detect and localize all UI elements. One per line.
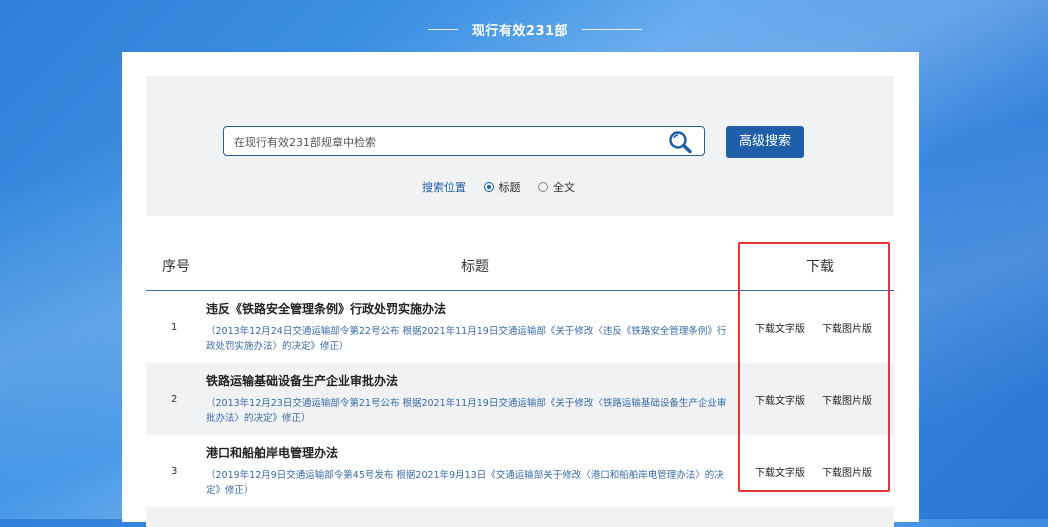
- row-number: 3: [171, 466, 178, 477]
- regulation-title-link[interactable]: 违反《铁路安全管理条例》行政处罚实施办法: [206, 300, 446, 317]
- section-header: 现行有效231部: [0, 18, 1048, 39]
- header-divider-right: [582, 29, 642, 30]
- download-column-highlight: [738, 242, 890, 492]
- search-box[interactable]: [223, 126, 705, 156]
- regulation-title-link[interactable]: 铁路运输基础设备生产企业审批办法: [206, 372, 398, 389]
- search-area: 高级搜索 搜索位置 标题 全文: [146, 76, 894, 216]
- row-number: 2: [171, 394, 178, 405]
- search-scope-label: 搜索位置: [422, 181, 466, 194]
- regulation-note: （2013年12月23日交通运输部令第21号公布 根据2021年11月19日交通…: [206, 398, 727, 424]
- search-icon[interactable]: [668, 130, 694, 154]
- regulation-note: （2019年12月9日交通运输部令第45号发布 根据2021年9月13日《交通运…: [206, 470, 724, 496]
- scope-option-fulltext[interactable]: 全文: [538, 181, 575, 194]
- search-scope: 搜索位置 标题 全文: [422, 179, 589, 194]
- regulation-note: （2013年12月24日交通运输部令第22号公布 根据2021年11月19日交通…: [206, 326, 727, 352]
- search-input[interactable]: [232, 132, 656, 152]
- radio-selected-icon[interactable]: [483, 182, 494, 192]
- table-row-partial: [146, 507, 894, 527]
- radio-unselected-icon[interactable]: [538, 182, 548, 192]
- row-number: 1: [171, 322, 178, 333]
- scope-option-title[interactable]: 标题: [483, 181, 521, 194]
- column-header-num: 序号: [162, 259, 190, 275]
- section-title: 现行有效231部: [471, 24, 569, 39]
- advanced-search-button[interactable]: 高级搜索: [726, 126, 804, 158]
- regulation-title-link[interactable]: 港口和船舶岸电管理办法: [206, 444, 338, 461]
- scope-option-title-label: 标题: [498, 181, 521, 194]
- header-divider-left: [428, 29, 458, 30]
- column-header-title: 标题: [461, 259, 489, 275]
- scope-option-fulltext-label: 全文: [553, 181, 575, 194]
